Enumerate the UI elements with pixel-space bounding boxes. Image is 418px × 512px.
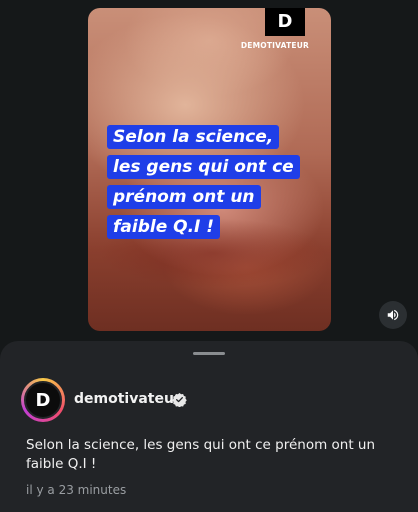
avatar[interactable]: D xyxy=(21,378,65,422)
caption-line: Selon la science, xyxy=(107,125,280,149)
sheet-drag-handle[interactable] xyxy=(193,352,225,355)
video-caption: Selon la science, les gens qui ont ce pr… xyxy=(107,122,322,242)
speaker-volume-icon xyxy=(387,309,399,321)
brand-logo-letter: D xyxy=(277,11,293,32)
avatar-letter: D xyxy=(35,389,51,411)
brand-logo: D xyxy=(265,8,305,36)
avatar-image: D xyxy=(24,381,62,419)
video-player[interactable]: D DEMOTIVATEUR Selon la science, les gen… xyxy=(88,8,331,331)
post-caption: Selon la science, les gens qui ont ce pr… xyxy=(26,437,376,472)
post-details-sheet: D demotivateur Selon la science, les gen… xyxy=(0,341,418,512)
username-link[interactable]: demotivateur xyxy=(74,391,181,407)
caption-line: les gens qui ont ce xyxy=(107,155,300,179)
caption-line: faible Q.I ! xyxy=(107,215,221,239)
post-timestamp: il y a 23 minutes xyxy=(26,483,127,497)
app-screen: D DEMOTIVATEUR Selon la science, les gen… xyxy=(0,0,418,512)
caption-line: prénom ont un xyxy=(107,185,261,209)
sound-toggle-button[interactable] xyxy=(379,301,407,329)
brand-name: DEMOTIVATEUR xyxy=(240,41,309,50)
verified-badge-icon xyxy=(172,392,187,407)
